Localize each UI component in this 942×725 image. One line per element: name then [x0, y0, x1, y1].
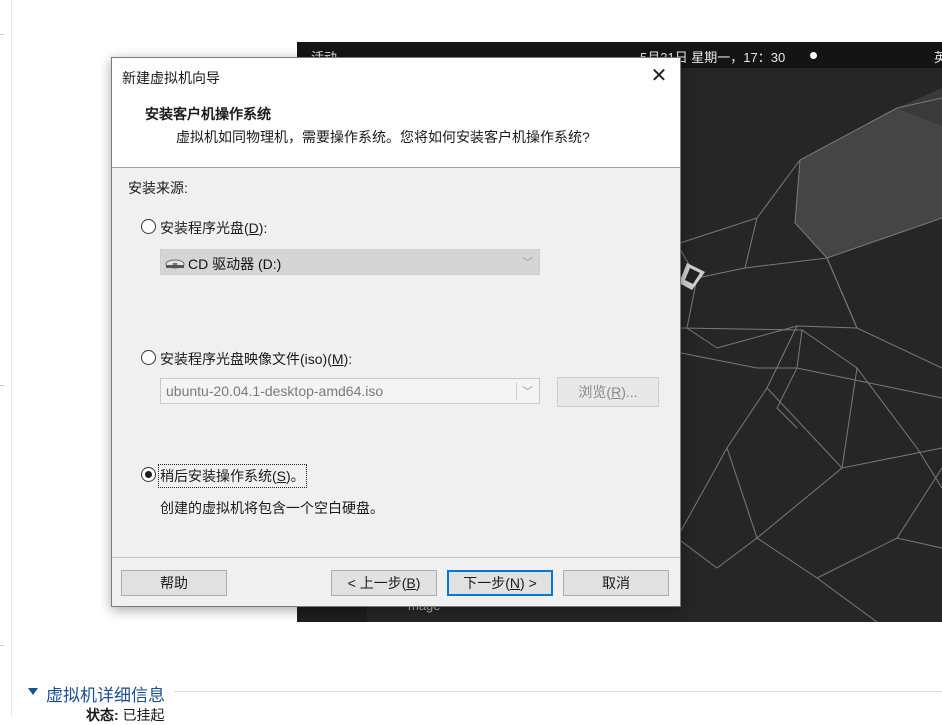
blank-disk-note: 创建的虚拟机将包含一个空白硬盘。: [160, 500, 384, 516]
option-tail: )。: [286, 468, 305, 484]
host-edge-tick: [0, 385, 4, 386]
button-text: 浏览(: [578, 384, 612, 400]
vm-notification-dot-icon: [810, 52, 817, 59]
button-mnemonic: B: [406, 575, 416, 591]
page-heading: 安装客户机操作系统: [145, 106, 271, 122]
footer-divider: [112, 557, 680, 558]
dialog-header: 新建虚拟机向导 ✕ 安装客户机操作系统 虚拟机如同物理机，需要操作系统。您将如何…: [112, 58, 680, 168]
option-mnemonic: M: [331, 351, 344, 367]
option-text: 安装程序光盘(: [160, 220, 249, 236]
radio-install-disc[interactable]: [141, 219, 156, 234]
chevron-down-icon: ﹀: [522, 257, 533, 269]
radio-install-disc-label[interactable]: 安装程序光盘(D):: [160, 218, 267, 238]
new-vm-wizard-dialog: 新建虚拟机向导 ✕ 安装客户机操作系统 虚拟机如同物理机，需要操作系统。您将如何…: [111, 57, 681, 607]
host-edge-tick: [0, 645, 4, 646]
button-mnemonic: N: [509, 575, 521, 591]
radio-install-iso-label[interactable]: 安装程序光盘映像文件(iso)(M):: [160, 349, 352, 369]
host-edge-tick: [0, 34, 4, 35]
option-mnemonic: S: [276, 468, 287, 484]
page-subheading: 虚拟机如同物理机，需要操作系统。您将如何安装客户机操作系统?: [176, 129, 590, 145]
iso-path-value: ubuntu-20.04.1-desktop-amd64.iso: [166, 383, 384, 399]
button-text: < 上一步(: [347, 575, 407, 591]
cd-drive-select[interactable]: CD 驱动器 (D:) ﹀: [160, 249, 540, 275]
vm-details-section-title[interactable]: 虚拟机详细信息: [46, 681, 165, 706]
button-text: 下一步(: [463, 575, 510, 591]
option-mnemonic: D: [248, 220, 259, 236]
option-text: 安装程序光盘映像文件(iso)(: [160, 351, 332, 367]
vm-status-row: 状态: 已挂起: [86, 705, 165, 725]
chevron-down-icon: ﹀: [522, 386, 533, 398]
option-tail: ):: [343, 351, 353, 367]
vm-input-method: 英: [934, 50, 942, 65]
radio-install-later[interactable]: [141, 467, 156, 482]
install-source-label: 安装来源:: [128, 180, 188, 196]
button-tail: ): [415, 575, 421, 591]
button-tail: )...: [621, 384, 638, 400]
radio-install-iso[interactable]: [141, 350, 156, 365]
section-divider: [174, 691, 942, 692]
cd-drive-value: CD 驱动器 (D:): [188, 256, 282, 272]
radio-install-later-label[interactable]: 稍后安装操作系统(S)。: [158, 464, 307, 488]
host-sidebar-edge: [11, 0, 12, 716]
status-value: 已挂起: [122, 707, 165, 723]
cancel-button[interactable]: 取消: [563, 570, 669, 596]
combo-divider: [516, 382, 517, 400]
back-button[interactable]: < 上一步(B): [331, 570, 437, 596]
help-button[interactable]: 帮助: [121, 570, 227, 596]
option-text: 稍后安装操作系统(: [160, 468, 277, 484]
next-button[interactable]: 下一步(N) >: [447, 570, 553, 596]
button-tail: ) >: [520, 575, 537, 591]
cd-drive-icon: [165, 259, 185, 269]
button-mnemonic: R: [611, 384, 622, 400]
collapse-triangle-icon[interactable]: [28, 688, 38, 695]
status-label: 状态:: [86, 707, 119, 723]
close-icon[interactable]: ✕: [644, 62, 674, 90]
dialog-title: 新建虚拟机向导: [122, 70, 220, 86]
iso-path-combobox[interactable]: ubuntu-20.04.1-desktop-amd64.iso ﹀: [160, 378, 540, 404]
browse-button[interactable]: 浏览(R)...: [557, 377, 659, 407]
option-tail: ):: [258, 220, 268, 236]
